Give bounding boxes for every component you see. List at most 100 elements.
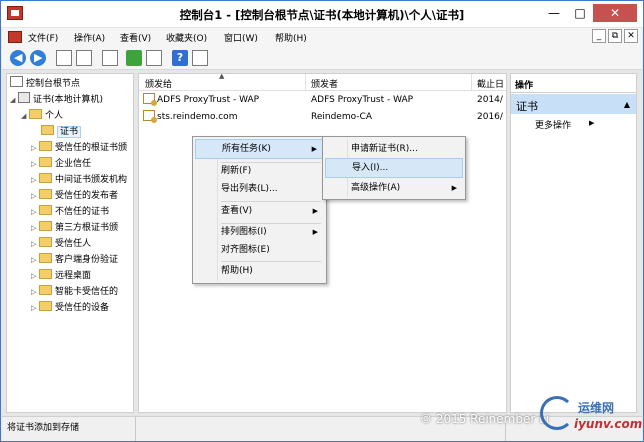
submenu-arrow-icon: ▶ xyxy=(451,184,457,192)
up-one-level-icon[interactable] xyxy=(56,50,72,66)
expand-arrow-icon[interactable]: ▷ xyxy=(31,140,39,156)
menu-view[interactable]: 查看(V) xyxy=(120,31,151,44)
expand-arrow-icon[interactable]: ▷ xyxy=(31,188,39,204)
table-row[interactable]: ADFS ProxyTrust - WAP ADFS ProxyTrust - … xyxy=(139,93,506,108)
folder-icon xyxy=(39,253,52,263)
menu-help[interactable]: 帮助(H) xyxy=(275,31,307,44)
folder-icon xyxy=(39,189,52,199)
actions-section-certificates[interactable]: 证书 ▲ xyxy=(511,94,636,114)
menu-favorites[interactable]: 收藏夹(O) xyxy=(166,31,207,44)
minimize-button[interactable]: — xyxy=(541,4,567,22)
folder-icon xyxy=(39,301,52,311)
child-close-button[interactable]: ✕ xyxy=(624,29,638,43)
menu-item-all-tasks[interactable]: 所有任务(K) ▶ xyxy=(195,139,324,159)
menu-item-view[interactable]: 查看(V) ▶ xyxy=(195,201,324,221)
menu-item-arrange-icons[interactable]: 排列图标(I) ▶ xyxy=(195,222,324,242)
menu-item-import[interactable]: 导入(I)... xyxy=(325,158,463,178)
tree-folder-label: 受信任的根证书颁 xyxy=(55,143,128,153)
expand-arrow-icon[interactable]: ▷ xyxy=(31,252,39,268)
tree-node-folder[interactable]: ▷ 智能卡受信任的 xyxy=(31,284,118,300)
console-root-icon xyxy=(10,76,23,87)
title-bar[interactable]: 控制台1 - [控制台根节点\证书(本地计算机)\个人\证书] — □ ✕ xyxy=(1,1,643,27)
tree-node-folder[interactable]: ▷ 受信任的根证书颁 xyxy=(31,140,127,156)
column-separator[interactable] xyxy=(471,74,472,91)
folder-icon xyxy=(39,157,52,167)
tree-node-folder[interactable]: ▷ 不信任的证书 xyxy=(31,204,109,220)
child-minimize-button[interactable]: _ xyxy=(592,29,606,43)
help-icon[interactable]: ? xyxy=(172,50,188,66)
child-restore-button[interactable]: ⧉ xyxy=(608,29,622,43)
column-expiration[interactable]: 截止日 xyxy=(477,77,504,90)
tree-node-personal[interactable]: ◢ 个人 xyxy=(21,108,63,124)
tree-node-folder[interactable]: ▷ 第三方根证书颁 xyxy=(31,220,118,236)
expand-arrow-icon[interactable]: ▷ xyxy=(31,284,39,300)
tree-node-folder[interactable]: ▷ 远程桌面 xyxy=(31,268,91,284)
collapse-arrow-icon[interactable]: ◢ xyxy=(21,108,29,124)
show-hide-action-pane-icon[interactable] xyxy=(192,50,208,66)
expand-arrow-icon[interactable]: ▷ xyxy=(31,236,39,252)
export-list-icon[interactable] xyxy=(146,50,162,66)
expand-arrow-icon[interactable]: ▷ xyxy=(31,156,39,172)
issued-to-text: sts.reindemo.com xyxy=(157,112,238,122)
menu-item-export-list[interactable]: 导出列表(L)... xyxy=(195,179,324,199)
menu-window[interactable]: 窗口(W) xyxy=(224,31,258,44)
issued-to-text: ADFS ProxyTrust - WAP xyxy=(157,95,260,105)
tree-node-certificates-local[interactable]: ◢ 证书(本地计算机) xyxy=(10,92,103,108)
tree-node-root[interactable]: 控制台根节点 xyxy=(10,76,80,92)
collapse-arrow-icon[interactable]: ◢ xyxy=(10,92,18,108)
column-issued-to[interactable]: 颁发给 xyxy=(145,77,172,90)
refresh-icon[interactable] xyxy=(126,50,142,66)
tree-node-certificates[interactable]: 证书 xyxy=(41,124,82,140)
menu-file[interactable]: 文件(F) xyxy=(28,31,58,44)
submenu-arrow-icon: ▶ xyxy=(311,145,317,153)
menu-action[interactable]: 操作(A) xyxy=(74,31,105,44)
tree-node-folder[interactable]: ▷ 中间证书颁发机构 xyxy=(31,172,127,188)
tree-node-folder[interactable]: ▷ 受信任人 xyxy=(31,236,91,252)
submenu-arrow-icon: ▶ xyxy=(589,119,595,127)
folder-icon xyxy=(39,173,52,183)
expiration-cell: 2014/ xyxy=(477,95,503,105)
folder-open-icon xyxy=(29,109,42,119)
back-icon[interactable] xyxy=(10,50,26,66)
menu-item-request-new-cert[interactable]: 申请新证书(R)... xyxy=(325,139,463,159)
certificate-icon xyxy=(143,110,157,123)
close-button[interactable]: ✕ xyxy=(593,4,637,22)
folder-icon xyxy=(39,285,52,295)
tree-folder-label: 远程桌面 xyxy=(55,271,92,281)
tree-store-label: 证书(本地计算机) xyxy=(33,95,104,105)
forward-icon[interactable] xyxy=(30,50,46,66)
table-row[interactable]: sts.reindemo.com Reindemo-CA 2016/ xyxy=(139,110,506,125)
expand-arrow-icon[interactable]: ▷ xyxy=(31,268,39,284)
collapse-up-icon[interactable]: ▲ xyxy=(624,100,630,109)
tree-node-folder[interactable]: ▷ 受信任的设备 xyxy=(31,300,109,316)
expand-arrow-icon[interactable]: ▷ xyxy=(31,172,39,188)
menu-bar: 文件(F) 操作(A) 查看(V) 收藏夹(O) 窗口(W) 帮助(H) _ ⧉… xyxy=(2,28,642,46)
more-actions-item[interactable]: 更多操作 ▶ xyxy=(535,118,594,131)
folder-icon xyxy=(39,141,52,151)
expand-arrow-icon[interactable]: ▷ xyxy=(31,300,39,316)
site-logo-url: iyunv.com xyxy=(574,417,643,431)
menu-item-advanced-operations[interactable]: 高级操作(A) ▶ xyxy=(325,178,463,198)
show-hide-tree-icon[interactable] xyxy=(76,50,92,66)
column-issued-by[interactable]: 颁发者 xyxy=(311,77,338,90)
menu-item-help[interactable]: 帮助(H) xyxy=(195,261,324,281)
tree-root-label: 控制台根节点 xyxy=(26,79,81,89)
tree-folder-label: 客户端身份验证 xyxy=(55,255,119,265)
console-doc-icon[interactable] xyxy=(8,31,22,43)
tree-node-folder[interactable]: ▷ 受信任的发布者 xyxy=(31,188,118,204)
folder-icon xyxy=(39,237,52,247)
expand-arrow-icon[interactable]: ▷ xyxy=(31,204,39,220)
toolbar: ? xyxy=(2,46,642,70)
menu-item-refresh[interactable]: 刷新(F) xyxy=(195,161,324,181)
menu-item-align-icons[interactable]: 对齐图标(E) xyxy=(195,240,324,260)
sort-ascending-icon: ▲ xyxy=(219,73,225,80)
certificate-store-icon xyxy=(18,92,30,103)
maximize-button[interactable]: □ xyxy=(567,4,593,22)
list-header: 颁发给 ▲ 颁发者 截止日 xyxy=(139,73,506,91)
tree-node-folder[interactable]: ▷ 企业信任 xyxy=(31,156,91,172)
console-tree[interactable]: 控制台根节点 ◢ 证书(本地计算机) ◢ 个人 证书 ▷ 受信任的根证书颁 ▷ 企业信任… xyxy=(6,73,134,413)
expand-arrow-icon[interactable]: ▷ xyxy=(31,220,39,236)
column-separator[interactable] xyxy=(305,74,306,91)
properties-icon[interactable] xyxy=(102,50,118,66)
tree-node-folder[interactable]: ▷ 客户端身份验证 xyxy=(31,252,118,268)
